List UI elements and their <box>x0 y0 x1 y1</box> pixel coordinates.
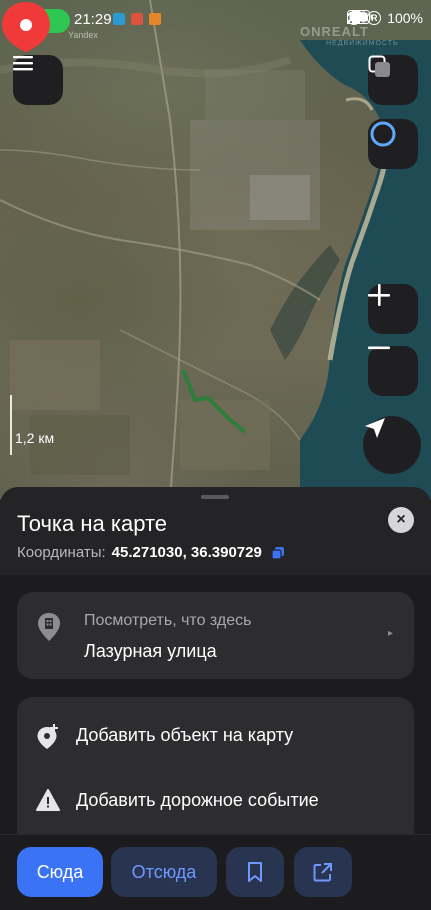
bottom-sheet: Точка на карте × Координаты: 45.271030, … <box>0 487 431 910</box>
add-object-label: Добавить объект на карту <box>76 725 294 745</box>
add-object-action[interactable]: Добавить объект на карту <box>17 705 414 767</box>
whats-here-subtitle: Посмотреть, что здесь <box>84 612 252 629</box>
warning-icon <box>36 789 60 811</box>
chevron-right-icon: ▸ <box>388 628 394 639</box>
route-from-button[interactable]: Отсюда <box>111 847 217 897</box>
minus-icon <box>368 346 390 350</box>
zoom-in-button[interactable] <box>368 284 418 334</box>
copy-icon[interactable] <box>271 546 284 559</box>
share-button[interactable] <box>294 847 352 897</box>
route-here-button[interactable]: Сюда <box>17 847 103 897</box>
alice-assistant-button[interactable] <box>368 119 418 169</box>
route-actions-bar: Сюда Отсюда <box>0 834 431 910</box>
share-icon <box>313 863 332 882</box>
building-pin-icon <box>38 613 60 641</box>
watermark-subtitle: НЕДВИЖИМОСТЬ <box>326 40 399 47</box>
add-place-icon <box>37 724 58 749</box>
add-road-event-label: Добавить дорожное событие <box>76 790 319 810</box>
street-name: Лазурная улица <box>84 641 217 661</box>
add-road-event-action[interactable]: Добавить дорожное событие <box>17 770 414 832</box>
sheet-drag-handle[interactable] <box>201 495 229 499</box>
zoom-out-button[interactable] <box>368 346 418 396</box>
layers-icon <box>368 55 390 77</box>
layers-button[interactable] <box>368 55 418 105</box>
whats-here-card[interactable]: Посмотреть, что здесь Лазурная улица ▸ <box>17 592 414 679</box>
hamburger-icon <box>13 56 33 71</box>
map-scale-bar <box>10 395 12 455</box>
battery-icon <box>347 10 373 24</box>
alice-icon <box>370 121 396 147</box>
coordinates-row: Координаты: 45.271030, 36.390729 <box>17 544 284 561</box>
actions-card: Добавить объект на карту Добавить дорожн… <box>17 697 414 847</box>
coordinates-value[interactable]: 45.271030, 36.390729 <box>112 544 262 561</box>
battery-percent: 100% <box>387 10 423 26</box>
sheet-title: Точка на карте <box>17 511 168 536</box>
close-icon: × <box>396 511 406 528</box>
bookmark-icon <box>248 862 262 882</box>
navigation-arrow-icon <box>365 418 385 438</box>
plus-icon <box>368 284 390 306</box>
telegram-notification-icon <box>113 13 125 25</box>
app-notification-icon <box>149 13 161 25</box>
map-view[interactable]: 21:29 R R 100% Yand <box>0 0 431 500</box>
coordinates-label: Координаты: <box>17 544 106 561</box>
map-scale-label: 1,2 км <box>15 430 55 446</box>
bookmark-button[interactable] <box>226 847 284 897</box>
watermark-logo: ONREALT <box>300 24 369 39</box>
status-time: 21:29 <box>74 11 112 28</box>
menu-button[interactable] <box>13 55 63 105</box>
app-notification-icon <box>131 13 143 25</box>
close-button[interactable]: × <box>388 507 414 533</box>
map-attribution: Yandex <box>68 30 98 40</box>
my-location-button[interactable] <box>363 416 421 474</box>
